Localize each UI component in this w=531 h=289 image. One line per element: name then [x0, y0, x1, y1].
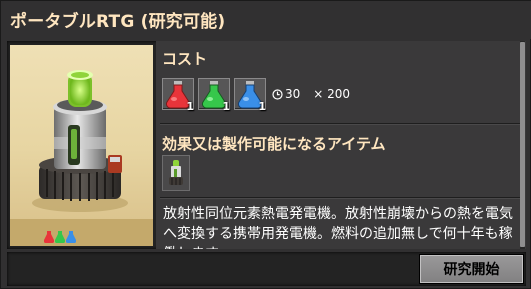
- mini-blue-flask-icon: [66, 231, 76, 243]
- technology-body: コスト 1 1 1 30 × 200 効果又は製作可能になるアイテム 放射性同位…: [7, 41, 526, 249]
- technology-description: 放射性同位元素熱電発電機。放射性崩壊からの熱を電気へ変換する携帯用発電機。燃料の…: [163, 206, 513, 249]
- research-unit-multiplier: × 200: [313, 87, 351, 101]
- green-science-slot[interactable]: 1: [198, 78, 230, 113]
- section-divider: [160, 123, 522, 124]
- red-science-slot[interactable]: 1: [162, 78, 194, 113]
- mini-green-flask-icon: [55, 231, 65, 243]
- technology-preview: [10, 45, 153, 246]
- section-divider-2: [160, 197, 522, 198]
- cost-row: 1 1 1 30 × 200: [162, 73, 350, 115]
- clock-icon: [272, 88, 283, 100]
- technology-window: ポータブルRTG (研究可能) コスト 1 1 1 30 × 200 効果又は製…: [0, 0, 531, 289]
- portable-rtg-image: [32, 70, 128, 212]
- green-science-count: 1: [222, 100, 230, 113]
- window-title: ポータブルRTG (研究可能): [10, 12, 226, 32]
- start-research-button[interactable]: 研究開始: [420, 255, 523, 283]
- red-science-count: 1: [186, 100, 194, 113]
- preview-panel: [10, 45, 153, 219]
- mini-red-flask-icon: [44, 231, 54, 243]
- unlocked-item-slot[interactable]: [162, 155, 190, 191]
- research-time: 30: [272, 87, 300, 101]
- preview-mini-flasks: [44, 231, 76, 243]
- title-bar: ポータブルRTG (研究可能): [1, 1, 531, 39]
- technology-details: コスト 1 1 1 30 × 200 効果又は製作可能になるアイテム 放射性同位…: [156, 41, 526, 249]
- scrollbar-thumb[interactable]: [520, 42, 525, 247]
- footer-bar: 研究開始: [7, 252, 526, 286]
- research-time-value: 30: [285, 87, 301, 101]
- portable-rtg-icon: [169, 160, 183, 185]
- cost-heading: コスト: [162, 50, 208, 68]
- blue-science-count: 1: [258, 100, 266, 113]
- effects-heading: 効果又は製作可能になるアイテム: [162, 135, 386, 153]
- preview-cost-strip: [10, 219, 153, 246]
- blue-science-slot[interactable]: 1: [234, 78, 266, 113]
